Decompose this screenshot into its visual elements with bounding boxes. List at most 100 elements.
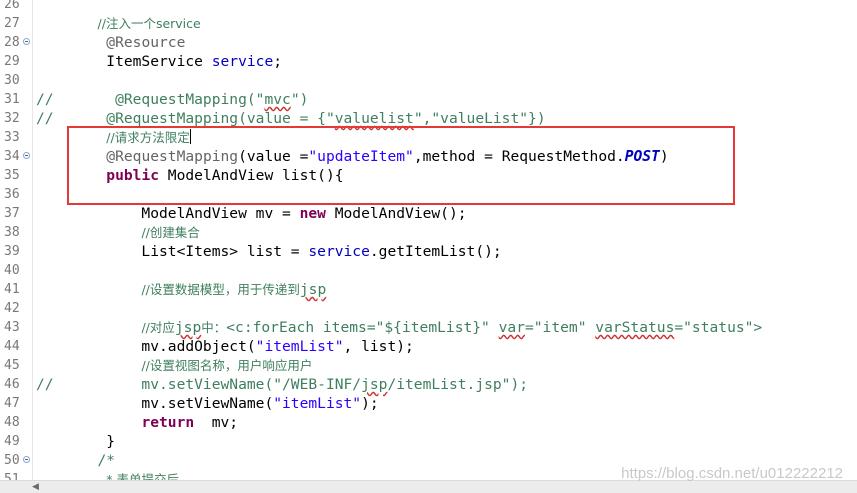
line-number: 48: [4, 415, 20, 430]
line-number: 32: [4, 111, 20, 126]
code-token: 中：: [201, 320, 227, 335]
code-line[interactable]: 48 return mv;: [0, 413, 857, 432]
code-token: jsp: [299, 281, 327, 298]
line-number: 30: [4, 73, 20, 88]
code-text: //注入一个service: [36, 14, 201, 33]
code-token: /*: [97, 452, 116, 469]
code-text: ModelAndView mv = new ModelAndView();: [36, 204, 467, 223]
code-text: /*: [36, 451, 116, 470]
code-token: mv.addObject(: [36, 338, 256, 355]
code-line[interactable]: 40: [0, 261, 857, 280]
code-text: mv.addObject("itemList", list);: [36, 337, 414, 356]
code-token: // @RequestMapping(": [36, 91, 265, 108]
code-token: var: [498, 319, 525, 336]
code-token: .getItemList();: [369, 243, 502, 260]
code-token: service: [211, 53, 274, 70]
code-text: mv.setViewName("itemList");: [36, 394, 379, 413]
fold-toggle-icon[interactable]: [23, 152, 30, 159]
code-token: ="item": [524, 319, 596, 336]
code-text: // @RequestMapping("mvc"): [36, 90, 308, 109]
line-number: 42: [4, 301, 20, 316]
line-number: 37: [4, 206, 20, 221]
code-token: List<Items> list =: [36, 243, 309, 260]
scroll-left-icon[interactable]: ◀: [32, 481, 44, 493]
code-token: mvc: [264, 91, 291, 108]
line-number: 40: [4, 263, 20, 278]
code-text: }: [36, 432, 115, 451]
code-token: return: [141, 414, 195, 431]
code-token: jsp: [174, 319, 202, 336]
code-token: , list);: [343, 338, 414, 355]
code-token: ","valueList"}): [413, 110, 546, 127]
line-number: 47: [4, 396, 20, 411]
line-number: 29: [4, 54, 20, 69]
line-number: 38: [4, 225, 20, 240]
code-token: ModelAndView();: [325, 205, 467, 222]
highlight-box: [67, 126, 735, 205]
code-token: ItemService: [36, 53, 212, 70]
line-number: 31: [4, 92, 20, 107]
code-editor[interactable]: 26 27 //注入一个service 28 @Resource 29 ItemSer…: [0, 0, 857, 480]
code-line[interactable]: 26: [0, 0, 857, 14]
code-line[interactable]: 47 mv.setViewName("itemList");: [0, 394, 857, 413]
code-line[interactable]: 29 ItemService service;: [0, 52, 857, 71]
line-number: 43: [4, 320, 20, 335]
code-token: //注入一个service: [97, 16, 201, 31]
code-token: );: [361, 395, 379, 412]
code-line[interactable]: 49 }: [0, 432, 857, 451]
code-line[interactable]: 46 // mv.setViewName("/WEB-INF/jsp/itemLi…: [0, 375, 857, 394]
code-line[interactable]: 43 //对应jsp中：<c:forEach items="${itemList…: [0, 318, 857, 337]
code-token: //对应: [141, 320, 175, 335]
code-text: //对应jsp中：<c:forEach items="${itemList}" …: [36, 318, 762, 337]
code-token: }: [36, 433, 116, 450]
code-token: /itemList.jsp");: [387, 376, 529, 393]
line-number: 34: [4, 149, 20, 164]
code-text: //创建集合: [36, 223, 200, 242]
code-token: new: [299, 205, 326, 222]
code-text: List<Items> list = service.getItemList()…: [36, 242, 502, 261]
code-token: jsp: [361, 376, 388, 393]
line-number: 27: [4, 16, 20, 31]
fold-toggle-icon[interactable]: [23, 456, 30, 463]
code-token: <c:forEach items="${itemList}": [226, 319, 499, 336]
code-token: ModelAndView mv =: [36, 205, 300, 222]
code-line[interactable]: 45 //设置视图名称，用户响应用户: [0, 356, 857, 375]
code-line[interactable]: 38 //创建集合: [0, 223, 857, 242]
code-token: //设置数据模型，用于传递到: [141, 282, 300, 297]
code-line[interactable]: 30: [0, 71, 857, 90]
code-line[interactable]: 37 ModelAndView mv = new ModelAndView();: [0, 204, 857, 223]
code-line[interactable]: 41 //设置数据模型，用于传递到jsp: [0, 280, 857, 299]
line-number: 35: [4, 168, 20, 183]
code-token: //设置视图名称，用户响应用户: [141, 358, 313, 373]
fold-toggle-icon[interactable]: [23, 38, 30, 45]
code-token: "): [290, 91, 309, 108]
code-token: //创建集合: [141, 225, 200, 240]
code-line[interactable]: 44 mv.addObject("itemList", list);: [0, 337, 857, 356]
code-line[interactable]: 39 List<Items> list = service.getItemLis…: [0, 242, 857, 261]
code-token: ="status">: [674, 319, 763, 336]
code-line[interactable]: 27 //注入一个service: [0, 14, 857, 33]
code-line[interactable]: 31 // @RequestMapping("mvc"): [0, 90, 857, 109]
code-line[interactable]: 42: [0, 299, 857, 318]
code-line[interactable]: 28 @Resource: [0, 33, 857, 52]
line-number: 41: [4, 282, 20, 297]
line-number: 26: [4, 0, 20, 12]
line-number: 49: [4, 434, 20, 449]
line-number: 44: [4, 339, 20, 354]
code-text: * 表单提交后: [36, 470, 179, 480]
code-token: valuelist: [334, 110, 414, 127]
line-number: 50: [4, 453, 20, 468]
code-text: //设置数据模型，用于传递到jsp: [36, 280, 326, 299]
code-token: mv;: [194, 414, 239, 431]
line-number: 33: [4, 130, 20, 145]
line-number: 36: [4, 187, 20, 202]
line-number: 28: [4, 35, 20, 50]
